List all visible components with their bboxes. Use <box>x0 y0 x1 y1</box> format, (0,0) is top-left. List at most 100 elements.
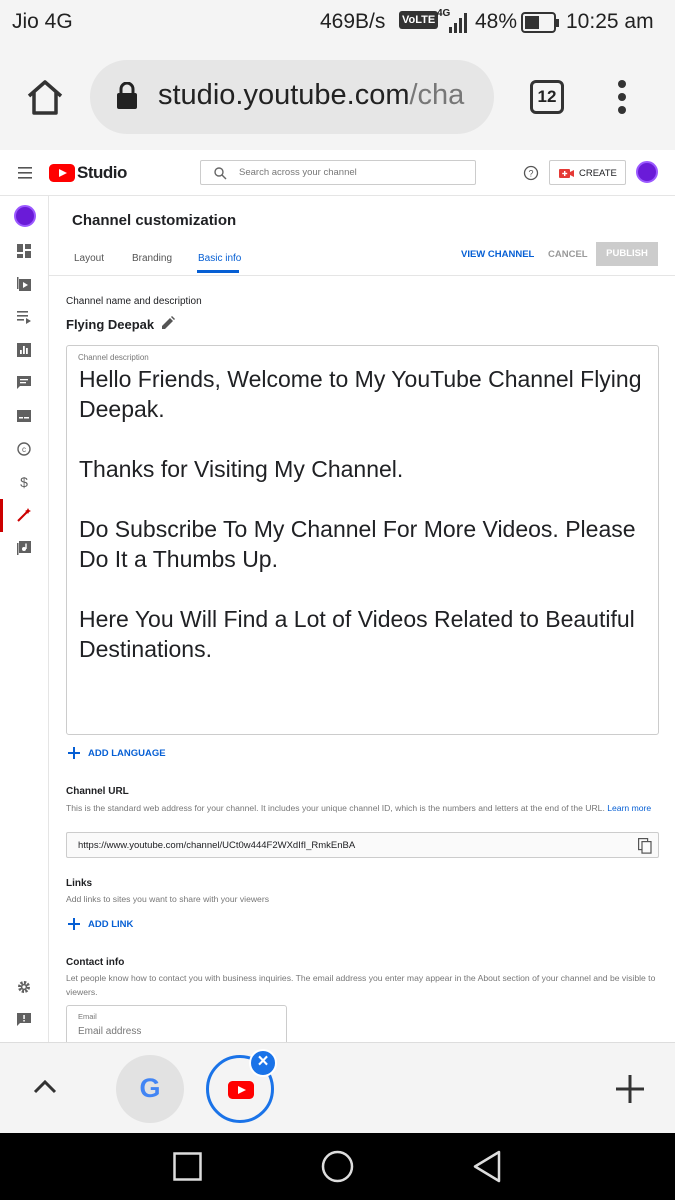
tab-switcher-button[interactable]: 12 <box>530 80 564 114</box>
svg-text:c: c <box>22 445 26 454</box>
browser-toolbar: studio.youtube.com/cha 12 <box>0 46 675 150</box>
youtube-icon <box>228 1081 254 1099</box>
description-text: Hello Friends, Welcome to My YouTube Cha… <box>79 366 642 662</box>
rail-playlists[interactable] <box>0 301 49 334</box>
svg-text:$: $ <box>20 475 28 489</box>
rail-copyright[interactable]: c <box>0 433 49 466</box>
create-label: CREATE <box>579 168 617 179</box>
links-help: Add links to sites you want to share wit… <box>66 894 269 904</box>
edit-pencil-icon[interactable] <box>161 316 175 330</box>
add-icon <box>68 747 80 759</box>
rail-feedback[interactable] <box>0 1004 49 1037</box>
name-description-heading: Channel name and description <box>66 296 202 307</box>
status-bar: Jio 4G 469B/s VoLTE 4G 48% 10:25 am <box>0 0 675 46</box>
cancel-button[interactable]: CANCEL <box>548 249 588 260</box>
active-tab-indicator <box>197 270 239 273</box>
google-tab-button[interactable]: G <box>116 1055 184 1123</box>
chevron-up-icon[interactable] <box>33 1079 57 1095</box>
gear-icon <box>18 981 30 993</box>
rail-audio-library[interactable] <box>0 532 49 565</box>
copy-icon[interactable] <box>638 838 652 854</box>
more-options-icon[interactable] <box>616 79 628 115</box>
channel-url-field[interactable]: https://www.youtube.com/channel/UCt0w444… <box>66 832 659 858</box>
audio-library-icon <box>17 541 31 555</box>
volte-badge: VoLTE <box>399 11 439 29</box>
channel-url-value: https://www.youtube.com/channel/UCt0w444… <box>78 840 356 851</box>
search-icon <box>214 167 227 180</box>
signal-icon <box>449 13 467 33</box>
contact-info-help: Let people know how to contact you with … <box>66 973 656 997</box>
email-field[interactable]: Email Email address <box>66 1005 287 1042</box>
home-icon[interactable] <box>25 78 65 116</box>
links-heading: Links <box>66 878 93 889</box>
page-title: Channel customization <box>72 212 237 229</box>
add-language-button[interactable]: ADD LANGUAGE <box>88 748 166 759</box>
android-nav-bar <box>0 1133 675 1200</box>
carrier-label: Jio 4G <box>12 10 73 33</box>
feedback-icon <box>17 1013 31 1026</box>
search-placeholder: Search across your channel <box>239 167 357 178</box>
rail-customization[interactable] <box>0 499 49 532</box>
channel-avatar[interactable] <box>14 205 36 227</box>
dashboard-icon <box>17 244 31 258</box>
channel-url-help: This is the standard web address for you… <box>66 803 652 813</box>
add-icon <box>68 918 80 930</box>
tab-basic-info[interactable]: Basic info <box>198 253 241 264</box>
create-button[interactable]: CREATE <box>549 160 626 185</box>
video-camera-icon <box>559 169 574 178</box>
contact-info-heading: Contact info <box>66 957 125 968</box>
net-speed: 469B/s <box>320 10 386 33</box>
left-rail: c $ <box>0 196 49 1042</box>
comments-icon <box>17 376 31 389</box>
tab-branding[interactable]: Branding <box>132 253 172 264</box>
close-tab-button[interactable]: × <box>249 1049 277 1077</box>
rail-settings[interactable] <box>0 971 49 1004</box>
studio-header: Studio Search across your channel ? CREA… <box>0 150 675 196</box>
home-nav-icon[interactable] <box>321 1150 354 1183</box>
address-bar[interactable]: studio.youtube.com/cha <box>90 60 494 134</box>
channel-name: Flying Deepak <box>66 317 155 332</box>
browser-bottom-bar: G × <box>0 1042 675 1133</box>
lock-icon <box>117 82 137 109</box>
rail-dashboard[interactable] <box>0 235 49 268</box>
videos-icon <box>17 277 31 291</box>
dollar-icon: $ <box>20 475 28 489</box>
youtube-logo-icon[interactable] <box>49 164 75 182</box>
channel-url-heading: Channel URL <box>66 786 129 797</box>
rail-monetization[interactable]: $ <box>0 466 49 499</box>
recents-icon[interactable] <box>173 1152 202 1181</box>
battery-icon <box>521 12 559 33</box>
learn-more-link[interactable]: Learn more <box>607 803 651 813</box>
back-icon[interactable] <box>472 1150 502 1183</box>
rail-content[interactable] <box>0 268 49 301</box>
rail-comments[interactable] <box>0 367 49 400</box>
search-input[interactable]: Search across your channel <box>200 160 476 185</box>
copyright-icon: c <box>17 442 31 456</box>
tab-layout[interactable]: Layout <box>74 253 104 264</box>
menu-icon[interactable] <box>18 167 32 179</box>
channel-description-field[interactable]: Channel description Hello Friends, Welco… <box>66 345 659 735</box>
studio-brand: Studio <box>77 163 127 182</box>
help-icon[interactable]: ? <box>523 165 539 181</box>
publish-button[interactable]: PUBLISH <box>596 242 658 266</box>
rail-analytics[interactable] <box>0 334 49 367</box>
google-icon: G <box>139 1073 161 1103</box>
add-link-button[interactable]: ADD LINK <box>88 919 133 930</box>
description-label: Channel description <box>78 353 149 362</box>
magic-wand-icon <box>17 508 31 522</box>
clock: 10:25 am <box>566 10 654 33</box>
analytics-icon <box>17 343 31 357</box>
email-label: Email <box>78 1012 97 1021</box>
studio-page: Studio Search across your channel ? CREA… <box>0 150 675 1042</box>
view-channel-button[interactable]: VIEW CHANNEL <box>461 249 534 260</box>
subtitles-icon <box>17 410 31 422</box>
battery-percent: 48% <box>475 10 518 33</box>
url-text: studio.youtube.com/cha <box>158 79 465 111</box>
svg-text:?: ? <box>528 169 533 179</box>
divider <box>49 275 675 276</box>
new-tab-icon[interactable] <box>616 1075 644 1103</box>
email-placeholder: Email address <box>78 1026 142 1037</box>
rail-subtitles[interactable] <box>0 400 49 433</box>
account-avatar[interactable] <box>636 161 658 183</box>
playlist-icon <box>17 311 31 324</box>
